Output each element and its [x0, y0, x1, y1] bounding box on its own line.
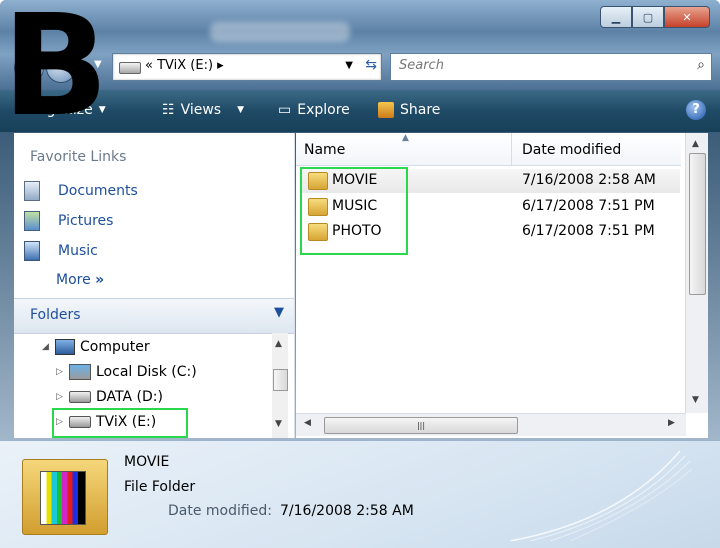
- blurred-title: [210, 22, 350, 42]
- pictures-icon: [24, 211, 40, 231]
- minimize-button[interactable]: ▁: [600, 6, 632, 28]
- tree-item-data-d[interactable]: ▷ DATA (D:): [56, 389, 163, 405]
- details-modified-label: Date modified:: [168, 503, 272, 519]
- address-path: « TViX (E:) ▸: [145, 58, 224, 73]
- music-icon: [24, 241, 40, 261]
- column-headers: ▲ Name Date modified: [296, 133, 681, 166]
- highlight-box: [300, 167, 408, 255]
- drive-icon: [119, 62, 141, 74]
- chevron-down-icon: ▼: [237, 105, 245, 115]
- explore-icon: ▭: [278, 102, 292, 118]
- views-icon: ☷: [162, 102, 175, 118]
- scroll-right-icon[interactable]: ▶: [668, 418, 675, 428]
- folders-header[interactable]: Folders ▼: [14, 298, 294, 334]
- scroll-down-icon[interactable]: ▼: [275, 419, 282, 429]
- row-date: 7/16/2008 2:58 AM: [522, 172, 656, 188]
- column-name[interactable]: Name: [304, 142, 345, 158]
- close-button[interactable]: ✕: [664, 6, 710, 28]
- help-button[interactable]: ?: [686, 100, 706, 120]
- column-date-modified[interactable]: Date modified: [522, 142, 621, 158]
- scroll-down-icon[interactable]: ▼: [692, 395, 699, 405]
- favorite-label: Music: [58, 243, 98, 259]
- search-placeholder: Search: [399, 58, 444, 73]
- row-date: 6/17/2008 7:51 PM: [522, 198, 655, 214]
- tree-label: Local Disk (C:): [96, 364, 197, 380]
- favorite-documents[interactable]: Documents: [24, 181, 138, 201]
- list-hscroll-thumb[interactable]: |||: [324, 417, 518, 434]
- tree-label: DATA (D:): [96, 389, 163, 405]
- local-disk-icon: [69, 364, 91, 380]
- drive-icon: [69, 391, 91, 403]
- favorite-music[interactable]: Music: [24, 241, 98, 261]
- explorer-window: ▁ ▢ ✕ ▼ « TViX (E:) ▸ ▼ ⇆ Search ⌕ Organ…: [0, 0, 720, 548]
- maximize-button[interactable]: ▢: [632, 6, 664, 28]
- decorative-swoosh: [509, 450, 693, 541]
- search-icon[interactable]: ⌕: [697, 57, 705, 73]
- explore-label: Explore: [297, 102, 350, 118]
- list-horizontal-scrollbar[interactable]: ◀ ||| ▶: [296, 413, 686, 436]
- list-vertical-scrollbar[interactable]: ▲ ▼: [685, 133, 708, 413]
- share-button[interactable]: Share: [378, 102, 440, 118]
- favorite-links-header: Favorite Links: [30, 149, 127, 165]
- documents-icon: [24, 181, 40, 201]
- tree-scroll-thumb[interactable]: [273, 369, 288, 391]
- address-bar[interactable]: « TViX (E:) ▸ ▼ ⇆: [112, 53, 382, 81]
- collapsed-triangle-icon: ▷: [56, 392, 63, 402]
- double-chevron-icon: »: [95, 272, 105, 288]
- scroll-left-icon[interactable]: ◀: [304, 418, 311, 428]
- search-box[interactable]: Search ⌕: [390, 53, 712, 81]
- share-icon: [378, 102, 394, 118]
- file-list-pane: ▲ Name Date modified MOVIE 7/16/2008 2:5…: [296, 133, 708, 438]
- views-label: Views: [180, 102, 222, 118]
- scroll-up-icon[interactable]: ▲: [692, 139, 699, 149]
- folder-tree: ◢ Computer ▷ Local Disk (C:) ▷ DATA (D:)…: [14, 333, 294, 438]
- favorite-label: Pictures: [58, 213, 114, 229]
- highlight-box: [52, 408, 188, 438]
- list-scroll-thumb[interactable]: [689, 153, 706, 295]
- tree-label: Computer: [80, 339, 150, 355]
- details-name: MOVIE: [124, 454, 170, 470]
- favorite-label: Documents: [58, 183, 138, 199]
- favorite-pictures[interactable]: Pictures: [24, 211, 113, 231]
- caption-buttons: ▁ ▢ ✕: [600, 6, 710, 28]
- details-pane: MOVIE File Folder Date modified: 7/16/20…: [0, 440, 720, 548]
- tree-item-computer[interactable]: ◢ Computer: [42, 339, 150, 355]
- expanded-triangle-icon: ◢: [42, 342, 49, 352]
- more-link[interactable]: More »: [56, 272, 104, 288]
- scroll-up-icon[interactable]: ▲: [275, 339, 282, 349]
- more-label: More: [56, 272, 91, 288]
- tree-item-local-disk-c[interactable]: ▷ Local Disk (C:): [56, 364, 197, 380]
- refresh-icon[interactable]: ⇆: [365, 57, 377, 73]
- computer-icon: [55, 339, 75, 355]
- video-thumbnail-icon: [40, 471, 86, 525]
- address-dropdown-icon[interactable]: ▼: [345, 60, 353, 71]
- details-type: File Folder: [124, 479, 196, 495]
- folders-label: Folders: [30, 307, 81, 323]
- views-button[interactable]: ☷ Views ▼: [162, 102, 244, 118]
- row-date: 6/17/2008 7:51 PM: [522, 223, 655, 239]
- sort-ascending-icon: ▲: [402, 133, 409, 143]
- explore-button[interactable]: ▭ Explore: [278, 102, 350, 118]
- column-divider[interactable]: [511, 133, 512, 165]
- tree-scrollbar[interactable]: ▲ ▼: [272, 333, 288, 438]
- navigation-pane: Favorite Links Documents Pictures Music …: [14, 133, 295, 438]
- details-modified-value: 7/16/2008 2:58 AM: [280, 503, 414, 519]
- overlay-letter: B: [2, 0, 109, 148]
- share-label: Share: [400, 102, 441, 118]
- chevron-down-icon: ▼: [274, 305, 284, 320]
- collapsed-triangle-icon: ▷: [56, 367, 63, 377]
